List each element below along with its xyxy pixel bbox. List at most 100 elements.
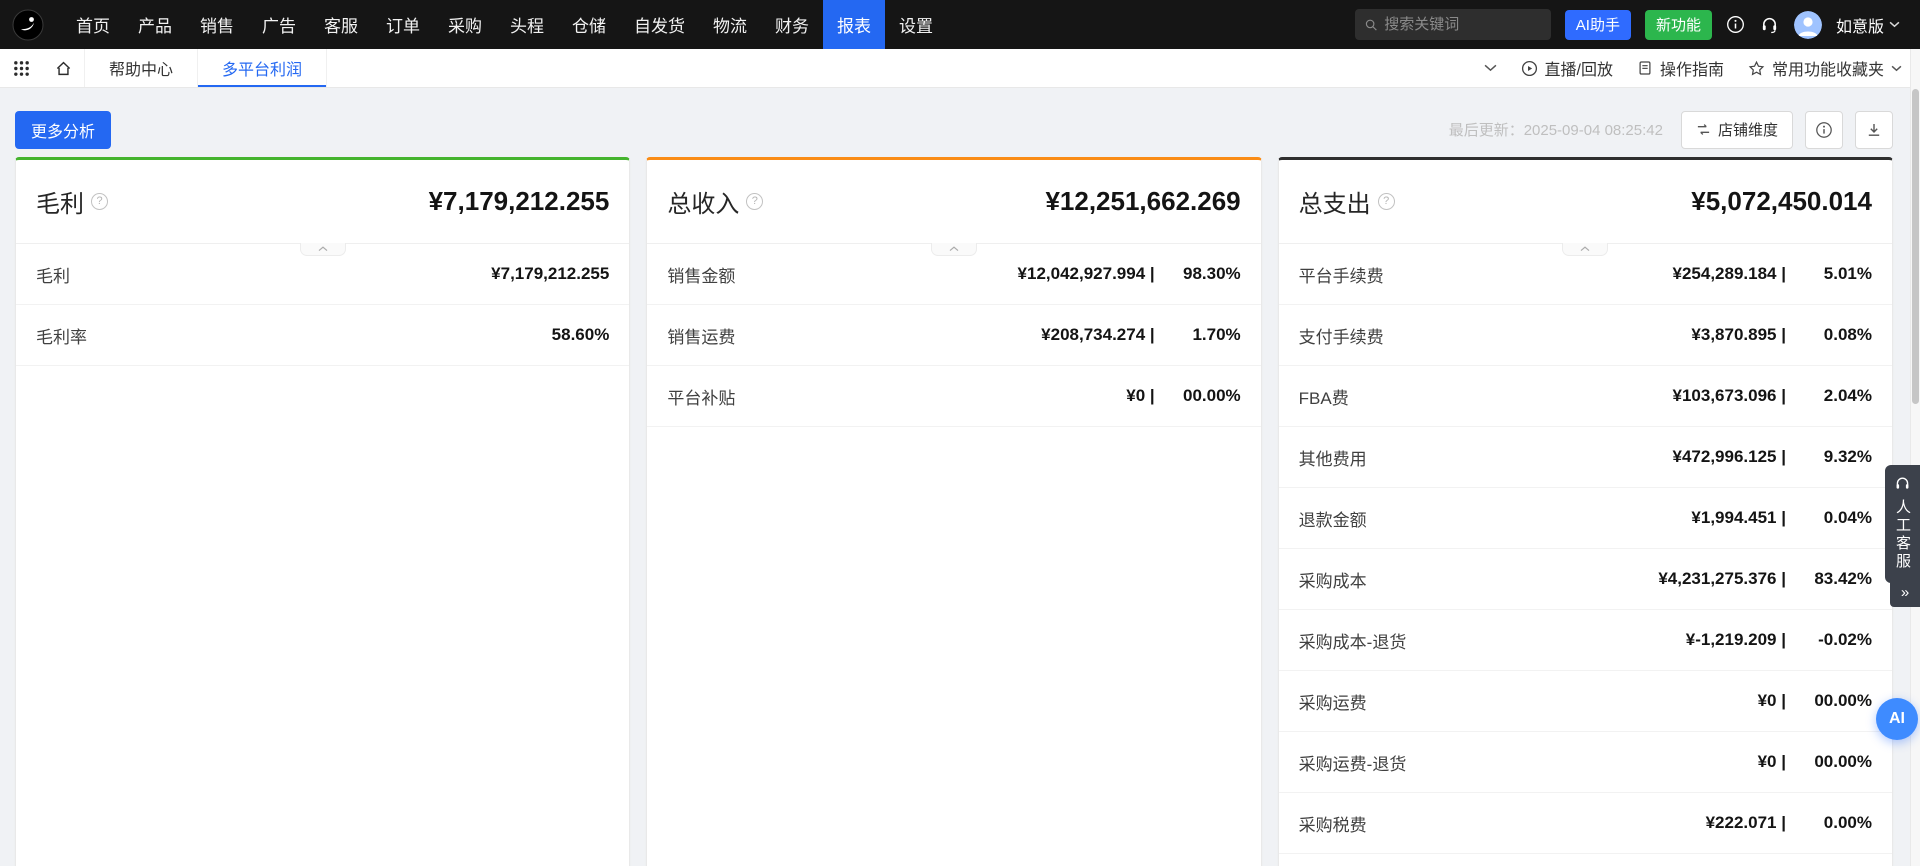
metric-label: 平台手续费 <box>1299 262 1384 287</box>
gross-profit-card: 毛利 ? ¥7,179,212.255 毛利 ¥7,179,212.255 毛利… <box>15 157 630 866</box>
search-input[interactable] <box>1384 16 1541 33</box>
card-rows: 毛利 ¥7,179,212.255 毛利率 58.60% <box>16 244 629 366</box>
tab-help-center[interactable]: 帮助中心 <box>84 49 198 87</box>
metric-label: 其他费用 <box>1299 445 1367 470</box>
headset-icon[interactable] <box>1760 15 1780 35</box>
metric-cards: 毛利 ? ¥7,179,212.255 毛利 ¥7,179,212.255 毛利… <box>0 157 1920 866</box>
document-icon <box>1637 60 1653 76</box>
card-header: 毛利 ? ¥7,179,212.255 <box>16 160 629 244</box>
info-icon <box>1815 121 1833 139</box>
human-service-panel[interactable]: 人工客服 <box>1885 465 1920 583</box>
metric-label: 销售运费 <box>667 323 735 348</box>
main-menu: 首页 产品 销售 广告 客服 订单 采购 头程 仓储 自发货 物流 财务 报表 … <box>62 0 947 49</box>
tabbar-right: 直播/回放 操作指南 常用功能收藏夹 <box>1484 49 1920 87</box>
star-icon <box>1748 60 1765 77</box>
metric-label: 销售金额 <box>667 262 735 287</box>
metric-row: 销售运费 ¥208,734.274 | 1.70% <box>647 305 1260 366</box>
nav-item-settings[interactable]: 设置 <box>885 0 947 49</box>
card-title: 毛利 ? <box>36 184 108 219</box>
chevron-up-icon <box>1580 246 1590 252</box>
metric-value: ¥3,870.895 | <box>1691 325 1786 345</box>
metric-row: 采购成本-退货 ¥-1,219.209 | -0.02% <box>1279 610 1892 671</box>
toolbar: 更多分析 最后更新：2025-09-04 08:25:42 店铺维度 <box>0 88 1920 157</box>
more-analysis-button[interactable]: 更多分析 <box>15 111 111 149</box>
store-dimension-label: 店铺维度 <box>1718 119 1778 140</box>
download-button[interactable] <box>1855 111 1893 149</box>
store-dimension-icon <box>1696 122 1711 137</box>
nav-item-customer-service[interactable]: 客服 <box>310 0 372 49</box>
card-title-text: 毛利 <box>36 184 84 219</box>
metric-label: 毛利 <box>36 262 70 287</box>
ai-floating-button[interactable]: AI <box>1876 698 1918 740</box>
page-scrollbar <box>1910 49 1920 866</box>
top-nav: 首页 产品 销售 广告 客服 订单 采购 头程 仓储 自发货 物流 财务 报表 … <box>0 0 1920 49</box>
new-features-button[interactable]: 新功能 <box>1645 10 1712 40</box>
nav-item-first-leg[interactable]: 头程 <box>496 0 558 49</box>
headset-icon <box>1894 475 1911 492</box>
tabs-expand-chevron-icon[interactable] <box>1484 64 1497 72</box>
nav-item-purchasing[interactable]: 采购 <box>434 0 496 49</box>
metric-value: ¥222.071 | <box>1706 813 1786 833</box>
nav-item-reports[interactable]: 报表 <box>823 0 885 49</box>
notice-info-icon[interactable] <box>1726 15 1746 35</box>
metric-percent: 0.04% <box>1786 508 1872 528</box>
nav-item-orders[interactable]: 订单 <box>372 0 434 49</box>
metric-value: 58.60% <box>552 325 610 345</box>
card-total-value: ¥7,179,212.255 <box>429 186 610 217</box>
metric-label: 采购税费 <box>1299 811 1367 836</box>
favorites-menu[interactable]: 常用功能收藏夹 <box>1748 56 1902 80</box>
metric-label: FBA费 <box>1299 384 1349 409</box>
metric-row: 采购成本 ¥4,231,275.376 | 83.42% <box>1279 549 1892 610</box>
info-button[interactable] <box>1805 111 1843 149</box>
metric-label: 毛利率 <box>36 323 87 348</box>
metric-value: ¥472,996.125 | <box>1673 447 1786 467</box>
nav-item-products[interactable]: 产品 <box>124 0 186 49</box>
total-expense-card: 总支出 ? ¥5,072,450.014 平台手续费 ¥254,289.184 … <box>1278 157 1893 866</box>
metric-percent: 5.01% <box>1786 264 1872 284</box>
metric-row: 毛利率 58.60% <box>16 305 629 366</box>
metric-row: 平台补贴 ¥0 | 00.00% <box>647 366 1260 427</box>
card-collapse-handle[interactable] <box>931 243 977 256</box>
apps-grid-icon[interactable] <box>0 49 42 87</box>
tab-multi-platform-profit[interactable]: 多平台利润 <box>198 49 327 87</box>
version-switcher[interactable]: 如意版 <box>1836 13 1900 37</box>
nav-item-ads[interactable]: 广告 <box>248 0 310 49</box>
metric-label: 采购成本-退货 <box>1299 628 1407 653</box>
card-collapse-handle[interactable] <box>1562 243 1608 256</box>
human-service-label: 人工客服 <box>1892 499 1913 571</box>
metric-label: 退款金额 <box>1299 506 1367 531</box>
card-total-value: ¥12,251,662.269 <box>1045 186 1240 217</box>
metric-label: 采购运费-退货 <box>1299 750 1407 775</box>
ai-assistant-button[interactable]: AI助手 <box>1565 10 1631 40</box>
card-header: 总支出 ? ¥5,072,450.014 <box>1279 160 1892 244</box>
live-replay-link[interactable]: 直播/回放 <box>1521 56 1613 80</box>
metric-value: ¥0 | <box>1758 752 1786 772</box>
avatar[interactable] <box>1794 11 1822 39</box>
metric-label: 平台补贴 <box>667 384 735 409</box>
help-icon[interactable]: ? <box>91 193 108 210</box>
metric-percent: 1.70% <box>1155 325 1241 345</box>
operation-guide-link[interactable]: 操作指南 <box>1637 56 1724 80</box>
metric-label: 采购成本 <box>1299 567 1367 592</box>
nav-item-logistics[interactable]: 物流 <box>699 0 761 49</box>
nav-item-home[interactable]: 首页 <box>62 0 124 49</box>
help-icon[interactable]: ? <box>746 193 763 210</box>
search-box[interactable] <box>1355 9 1551 40</box>
app-logo[interactable] <box>12 9 44 41</box>
help-icon[interactable]: ? <box>1378 193 1395 210</box>
app-logo-icon <box>12 9 44 41</box>
card-title-text: 总收入 <box>667 184 739 219</box>
nav-item-finance[interactable]: 财务 <box>761 0 823 49</box>
card-collapse-handle[interactable] <box>300 243 346 256</box>
metric-percent: -0.02% <box>1786 630 1872 650</box>
metric-row: 其他费用 ¥472,996.125 | 9.32% <box>1279 427 1892 488</box>
nav-item-sales[interactable]: 销售 <box>186 0 248 49</box>
nav-item-self-delivery[interactable]: 自发货 <box>620 0 699 49</box>
store-dimension-button[interactable]: 店铺维度 <box>1681 111 1793 149</box>
card-title-text: 总支出 <box>1299 184 1371 219</box>
card-title: 总收入 ? <box>667 184 763 219</box>
panel-collapse-button[interactable]: » <box>1890 578 1920 607</box>
nav-item-warehouse[interactable]: 仓储 <box>558 0 620 49</box>
home-icon[interactable] <box>42 49 84 87</box>
scrollbar-thumb[interactable] <box>1912 89 1919 404</box>
